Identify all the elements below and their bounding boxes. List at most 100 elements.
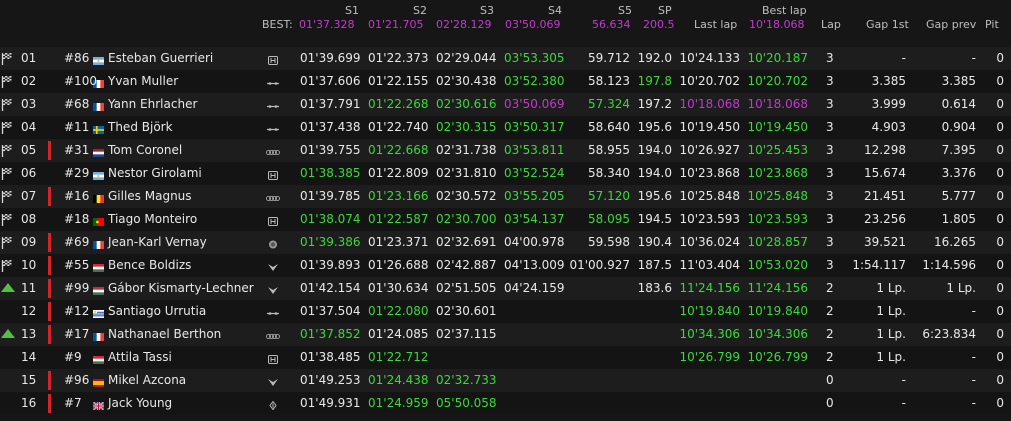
header-best-label: BEST: (262, 18, 293, 31)
cell-pos: 09 (21, 235, 37, 249)
position-up-arrow-icon (1, 283, 15, 292)
header-s1: S1 (345, 4, 359, 17)
checkered-flag-icon (1, 236, 13, 249)
class-marker (48, 141, 51, 160)
table-row[interactable]: 10 #55 Bence Boldizs 01'39.893 01'26.688 02'4… (0, 254, 1011, 277)
table-row[interactable]: 09 #69 Jean-Karl Vernay 01'39.386 01'23.371 0… (0, 231, 1011, 254)
cell-best: 10'25.453 (747, 143, 808, 157)
table-row[interactable]: 02 #100 Yvan Muller 01'37.606 01'22.155 02'30… (0, 70, 1011, 93)
manufacturer-logo-icon (266, 376, 280, 386)
cell-sp: 183.6 (637, 281, 672, 295)
cell-s3: 02'30.616 (436, 97, 497, 111)
cell-best: 10'18.068 (747, 97, 808, 111)
checkered-flag-icon (1, 98, 13, 111)
table-row[interactable]: 11 #99 Gábor Kismarty-Lechner 01'42.154 01'3… (0, 277, 1011, 300)
table-row[interactable]: 16 #7 Jack Young 01'49.931 01'24.959 05'50.05… (0, 392, 1011, 415)
cell-s1: 01'39.893 (300, 258, 361, 272)
cell-s2: 01'22.712 (368, 350, 429, 364)
header-s1-best: 01'37.328 (299, 18, 355, 31)
cell-pit: 0 (996, 189, 1004, 203)
cell-sp: 194.0 (637, 143, 672, 157)
cell-gap1: - (901, 396, 906, 410)
manufacturer-logo-icon (266, 284, 280, 294)
country-flag-icon (93, 330, 104, 341)
table-row[interactable]: 12 #12 Santiago Urrutia 01'37.504 01'22.080 0… (0, 300, 1011, 323)
table-row[interactable]: 08 #18 Tiago Monteiro 01'38.074 01'22.587 02'… (0, 208, 1011, 231)
cell-gap1: 21.451 (864, 189, 906, 203)
cell-driver: Gábor Kismarty-Lechner (108, 281, 254, 295)
cell-lap: 2 (826, 304, 834, 318)
cell-s1: 01'38.485 (300, 350, 361, 364)
manufacturer-logo-icon (266, 238, 280, 249)
cell-s4: 04'13.009 (504, 258, 565, 272)
cell-s4: 03'52.524 (504, 166, 565, 180)
cell-gapp: - (971, 373, 976, 387)
cell-gap1: 4.903 (871, 120, 906, 134)
cell-pos: 13 (21, 327, 37, 341)
cell-gapp: 16.265 (934, 235, 976, 249)
table-row[interactable]: 14 #9 Attila Tassi 01'38.485 01'22.712 10'26.… (0, 346, 1011, 369)
cell-s5: 57.120 (588, 189, 630, 203)
table-row[interactable]: 04 #11 Thed Björk 01'37.438 01'22.740 02'30.3… (0, 116, 1011, 139)
country-flag-icon (93, 169, 104, 180)
cell-sp: 197.2 (637, 97, 672, 111)
cell-s3: 02'31.738 (436, 143, 497, 157)
cell-lap: 3 (826, 74, 834, 88)
table-row[interactable]: 15 #96 Mikel Azcona 01'49.253 01'24.438 02'32… (0, 369, 1011, 392)
table-row[interactable]: 03 #68 Yann Ehrlacher 01'37.791 01'22.268 02'… (0, 93, 1011, 116)
country-flag-icon (93, 353, 104, 364)
header-gap-1st: Gap 1st (866, 18, 909, 31)
cell-lap: 2 (826, 350, 834, 364)
cell-driver: Gilles Magnus (108, 189, 192, 203)
cell-last: 10'26.927 (679, 143, 740, 157)
cell-s3: 05'50.058 (436, 396, 497, 410)
cell-gapp: 1.805 (941, 212, 976, 226)
cell-last: 11'03.404 (679, 258, 740, 272)
checkered-flag-icon (1, 167, 13, 180)
table-row[interactable]: 13 #17 Nathanael Berthon 01'37.852 01'24.085… (0, 323, 1011, 346)
cell-s2: 01'24.959 (368, 396, 429, 410)
cell-last: 10'23.868 (679, 166, 740, 180)
cell-gap1: - (901, 51, 906, 65)
cell-s2: 01'30.634 (368, 281, 429, 295)
cell-s3: 02'32.691 (436, 235, 497, 249)
cell-best: 10'20.702 (747, 74, 808, 88)
table-row[interactable]: 06 #29 Nestor Girolami 01'38.385 01'22.809 02… (0, 162, 1011, 185)
cell-gapp: 1 Lp. (946, 281, 976, 295)
table-row[interactable]: 05 #31 Tom Coronel 01'39.755 01'22.668 02'31.… (0, 139, 1011, 162)
cell-best: 10'53.020 (747, 258, 808, 272)
cell-s1: 01'39.755 (300, 143, 361, 157)
cell-sp: 195.6 (637, 189, 672, 203)
table-row[interactable]: 01 #86 Esteban Guerrieri 01'39.699 01'22.373… (0, 47, 1011, 70)
header-last-lap: Last lap (694, 18, 738, 31)
header-s4-best: 03'50.069 (505, 18, 561, 31)
cell-num: #100 (64, 74, 97, 88)
manufacturer-logo-icon (266, 146, 280, 155)
cell-gap1: 15.674 (864, 166, 906, 180)
cell-driver: Nathanael Berthon (108, 327, 222, 341)
cell-pos: 04 (21, 120, 37, 134)
cell-gapp: 3.376 (941, 166, 976, 180)
cell-driver: Yvan Muller (108, 74, 179, 88)
cell-gapp: 3.385 (941, 74, 976, 88)
cell-gapp: 5.777 (941, 189, 976, 203)
cell-gap1: - (901, 373, 906, 387)
manufacturer-logo-icon (266, 215, 280, 226)
country-flag-icon (93, 238, 104, 249)
cell-pos: 15 (21, 373, 37, 387)
manufacturer-logo-icon (266, 353, 280, 364)
checkered-flag-icon (1, 52, 13, 65)
cell-best: 10'25.848 (747, 189, 808, 203)
header-s5: S5 (618, 4, 632, 17)
cell-num: #99 (64, 281, 90, 295)
cell-gap1: 3.385 (871, 74, 906, 88)
cell-pit: 0 (996, 120, 1004, 134)
checkered-flag-icon (1, 190, 13, 203)
cell-gapp: - (971, 304, 976, 318)
header-best-lap: Best lap (762, 4, 807, 17)
header-best-lap-value: 10'18.068 (749, 18, 805, 31)
cell-s5: 58.095 (588, 212, 630, 226)
cell-sp: 194.0 (637, 166, 672, 180)
cell-driver: Thed Björk (108, 120, 173, 134)
table-row[interactable]: 07 #16 Gilles Magnus 01'39.785 01'23.166 02'3… (0, 185, 1011, 208)
